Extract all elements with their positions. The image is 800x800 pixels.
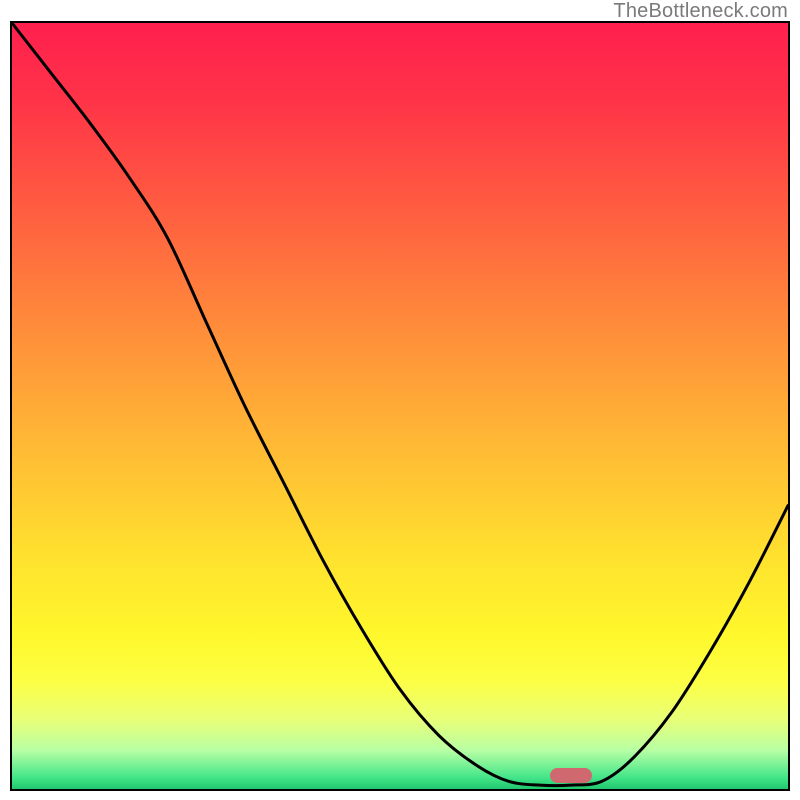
optimum-marker [550,768,592,783]
chart-frame [10,21,790,791]
bottleneck-curve [12,23,788,789]
watermark-text: TheBottleneck.com [613,0,788,23]
